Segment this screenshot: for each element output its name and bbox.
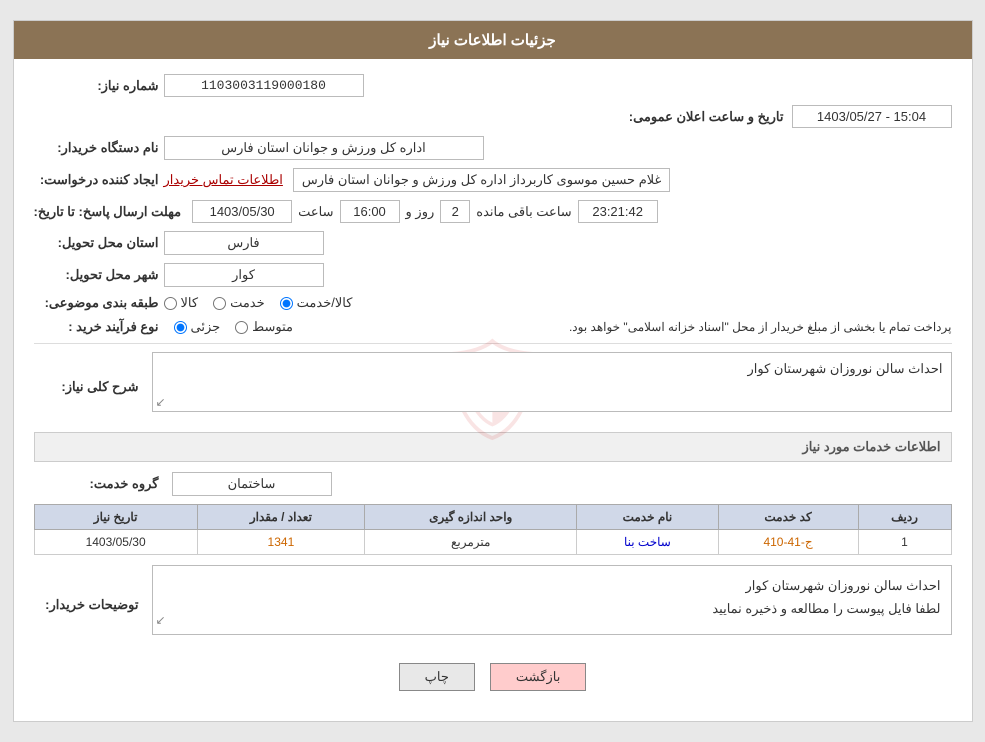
taarikh-aalan-value: 1403/05/27 - 15:04 bbox=[792, 105, 952, 128]
page-container: جزئیات اطلاعات نیاز 🛡 1103003119000180 ش… bbox=[13, 20, 973, 722]
grooh-row: ساختمان گروه خدمت: bbox=[34, 472, 952, 496]
nooe-mottaset-radio[interactable] bbox=[235, 321, 248, 334]
ijad-konande-value: غلام حسین موسوی کاربرداز اداره کل ورزش و… bbox=[293, 168, 670, 192]
col-tarikh: تاریخ نیاز bbox=[34, 505, 197, 530]
mohlat-time-label: ساعت bbox=[298, 204, 333, 220]
shahr-row: کوار شهر محل تحویل: bbox=[34, 263, 952, 287]
table-header-row: ردیف کد خدمت نام خدمت واحد اندازه گیری ت… bbox=[34, 505, 951, 530]
mohlat-remaining: 23:21:42 bbox=[578, 200, 658, 223]
nooe-mottaset: متوسط bbox=[235, 319, 293, 335]
col-kod: کد خدمت bbox=[718, 505, 858, 530]
sharh-box: احداث سالن نوروزان شهرستان کوار bbox=[152, 352, 952, 412]
mohlat-date-value: 1403/05/30 bbox=[192, 200, 292, 223]
nooe-jozii-radio[interactable] bbox=[174, 321, 187, 334]
nooe-jozii: جزئی bbox=[174, 319, 221, 335]
name-dastgah-row: اداره کل ورزش و جوانان استان فارس نام دس… bbox=[34, 136, 952, 160]
khadamat-section-title: اطلاعات خدمات مورد نیاز bbox=[34, 432, 952, 462]
tawzihat-label: توضیحات خریدار: bbox=[34, 597, 144, 613]
cell-radif: 1 bbox=[858, 530, 951, 555]
mohlat-remaining-label: ساعت باقی مانده bbox=[476, 204, 571, 220]
cell-vahed: مترمربع bbox=[365, 530, 577, 555]
tabaqe-khedmat-label: خدمت bbox=[230, 295, 265, 311]
contact-link[interactable]: اطلاعات تماس خریدار bbox=[164, 172, 283, 188]
ijad-konande-row: غلام حسین موسوی کاربرداز اداره کل ورزش و… bbox=[34, 168, 952, 192]
mohlat-days-label: روز و bbox=[406, 204, 435, 220]
ostan-row: فارس استان محل تحویل: bbox=[34, 231, 952, 255]
mohlat-days-value: 2 bbox=[440, 200, 470, 223]
name-dastgah-label: نام دستگاه خریدار: bbox=[34, 140, 164, 156]
tabaqe-row: کالا/خدمت خدمت کالا طبقه بندی موضوعی: bbox=[34, 295, 952, 311]
col-radif: ردیف bbox=[858, 505, 951, 530]
tabaqe-label: طبقه بندی موضوعی: bbox=[34, 295, 164, 311]
tabaqe-kala-label: کالا bbox=[181, 295, 199, 311]
taarikh-aalan-row: 1403/05/27 - 15:04 تاریخ و ساعت اعلان عم… bbox=[34, 105, 952, 128]
buttons-row: بازگشت چاپ bbox=[34, 653, 952, 706]
mohlat-time-value: 16:00 bbox=[340, 200, 400, 223]
tawzihat-line1: احداث سالن نوروزان شهرستان کوار bbox=[163, 574, 941, 597]
name-dastgah-value: اداره کل ورزش و جوانان استان فارس bbox=[164, 136, 484, 160]
print-button[interactable]: چاپ bbox=[399, 663, 475, 691]
shahr-value: کوار bbox=[164, 263, 324, 287]
table-row: 1 ج-41-410 ساخت بنا مترمربع 1341 1403/05… bbox=[34, 530, 951, 555]
tabaqe-kala-radio[interactable] bbox=[164, 297, 177, 310]
tabaqe-kala-khedmat-radio[interactable] bbox=[280, 297, 293, 310]
col-vahed: واحد اندازه گیری bbox=[365, 505, 577, 530]
nooe-mottaset-label: متوسط bbox=[252, 319, 293, 335]
cell-tedad: 1341 bbox=[197, 530, 364, 555]
tabaqe-kala-khedmat: کالا/خدمت bbox=[280, 295, 353, 311]
content-area: 🛡 1103003119000180 شماره نیاز: 1403/05/2… bbox=[14, 59, 972, 721]
ostan-value: فارس bbox=[164, 231, 324, 255]
ijad-konande-label: ایجاد کننده درخواست: bbox=[34, 172, 164, 188]
back-button[interactable]: بازگشت bbox=[490, 663, 586, 691]
page-title: جزئیات اطلاعات نیاز bbox=[429, 32, 556, 49]
tawzihat-line2: لطفا فایل پیوست را مطالعه و ذخیره نمایید bbox=[163, 597, 941, 620]
nooe-radio-group: متوسط جزئی bbox=[174, 319, 294, 335]
sharh-label: شرح کلی نیاز: bbox=[34, 379, 144, 395]
nooe-farayand-row: پرداخت تمام یا بخشی از مبلغ خریدار از مح… bbox=[34, 319, 952, 335]
tawzihat-row: احداث سالن نوروزان شهرستان کوار لطفا فای… bbox=[34, 565, 952, 645]
col-name: نام خدمت bbox=[577, 505, 718, 530]
tabaqe-kala: کالا bbox=[164, 295, 199, 311]
nooe-farayand-text: پرداخت تمام یا بخشی از مبلغ خریدار از مح… bbox=[303, 320, 951, 334]
nooe-farayand-label: نوع فرآیند خرید : bbox=[34, 319, 164, 335]
mohlat-row: 23:21:42 ساعت باقی مانده 2 روز و 16:00 س… bbox=[34, 200, 952, 223]
mohlat-label: مهلت ارسال پاسخ: تا تاریخ: bbox=[34, 204, 187, 220]
grooh-label: گروه خدمت: bbox=[34, 476, 164, 492]
tabaqe-khedmat-radio[interactable] bbox=[213, 297, 226, 310]
shomara-niaz-row: 1103003119000180 شماره نیاز: bbox=[34, 74, 952, 97]
taarikh-aalan-label: تاریخ و ساعت اعلان عمومی: bbox=[629, 109, 784, 125]
cell-tarikh: 1403/05/30 bbox=[34, 530, 197, 555]
page-header: جزئیات اطلاعات نیاز bbox=[14, 21, 972, 59]
col-tedad: تعداد / مقدار bbox=[197, 505, 364, 530]
shahr-label: شهر محل تحویل: bbox=[34, 267, 164, 283]
tabaqe-kala-khedmat-label: کالا/خدمت bbox=[297, 295, 353, 311]
tawzihat-box: احداث سالن نوروزان شهرستان کوار لطفا فای… bbox=[152, 565, 952, 635]
shomara-niaz-value: 1103003119000180 bbox=[164, 74, 364, 97]
ostan-label: استان محل تحویل: bbox=[34, 235, 164, 251]
cell-kod: ج-41-410 bbox=[718, 530, 858, 555]
cell-name: ساخت بنا bbox=[577, 530, 718, 555]
sharh-value: احداث سالن نوروزان شهرستان کوار bbox=[748, 361, 943, 376]
services-table: ردیف کد خدمت نام خدمت واحد اندازه گیری ت… bbox=[34, 504, 952, 555]
grooh-value: ساختمان bbox=[172, 472, 332, 496]
shomara-niaz-label: شماره نیاز: bbox=[34, 78, 164, 94]
sharh-row: احداث سالن نوروزان شهرستان کوار شرح کلی … bbox=[34, 352, 952, 422]
nooe-jozii-label: جزئی bbox=[191, 319, 221, 335]
tabaqe-khedmat: خدمت bbox=[213, 295, 265, 311]
tabaqe-radio-group: کالا/خدمت خدمت کالا bbox=[164, 295, 353, 311]
taarikh-left: 1403/05/27 - 15:04 تاریخ و ساعت اعلان عم… bbox=[629, 105, 952, 128]
